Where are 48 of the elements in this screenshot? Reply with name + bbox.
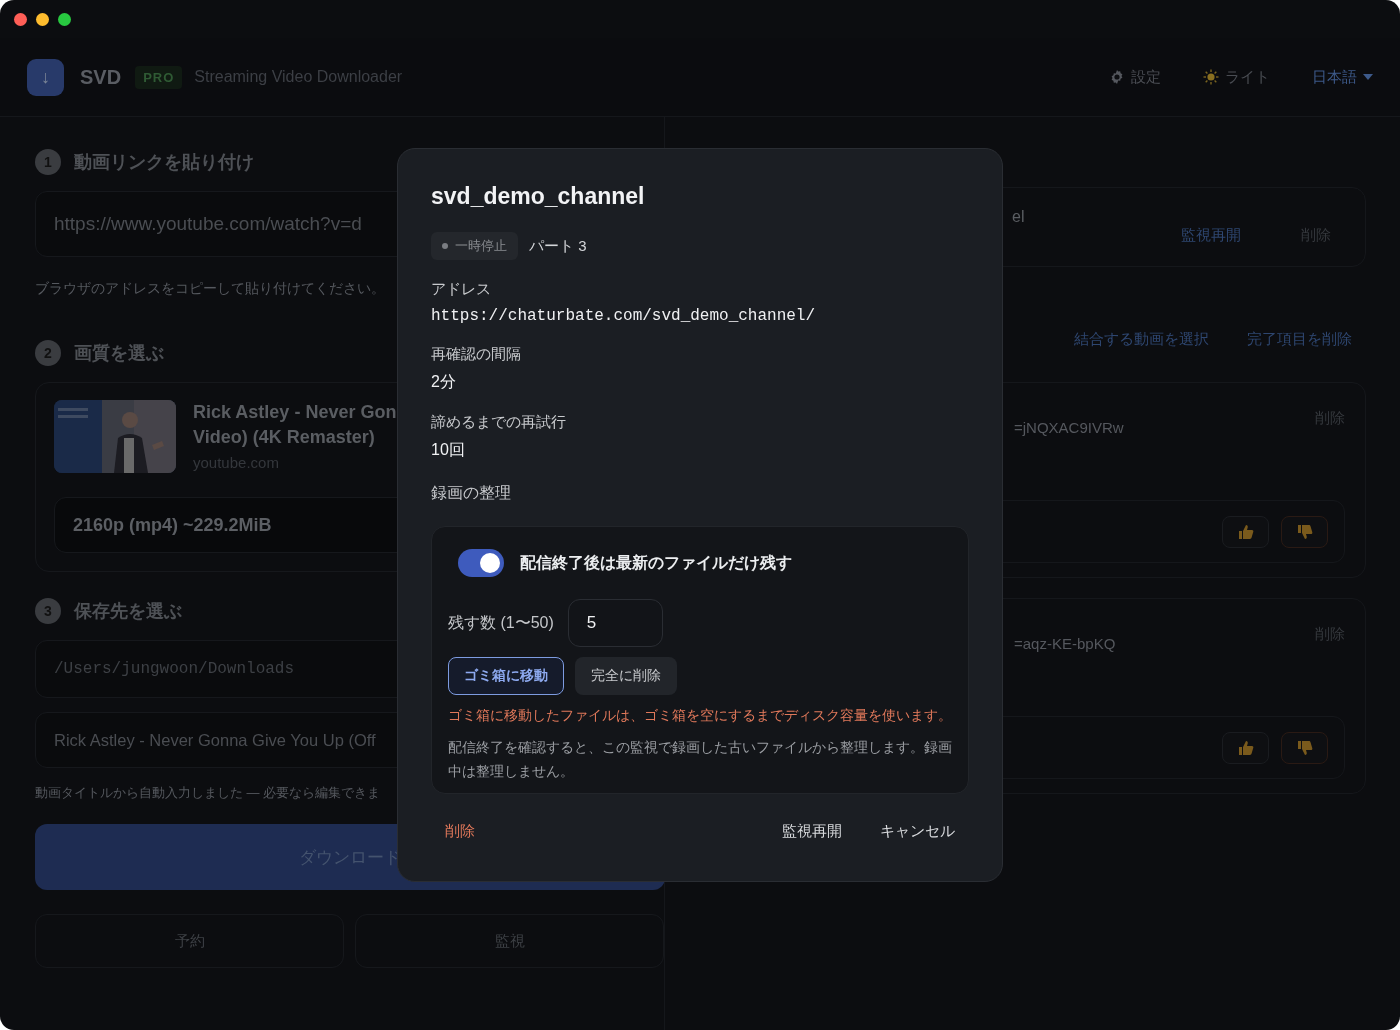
- field-label: 再確認の間隔: [431, 345, 522, 364]
- keep-count-label: 残す数 (1〜50): [448, 612, 554, 633]
- theme-button[interactable]: ライト: [1203, 67, 1270, 87]
- app-name: SVD: [80, 65, 122, 89]
- field-value: 10回: [431, 440, 466, 460]
- window-control[interactable]: [36, 12, 49, 26]
- hint-text: ブラウザのアドレスをコピーして貼り付けてください。: [35, 280, 385, 298]
- plan-badge: PRO: [135, 65, 183, 89]
- video-url: =aqz-KE-bpKQ: [1014, 635, 1116, 652]
- window-control[interactable]: [58, 12, 71, 26]
- field-value: https://chaturbate.com/svd_demo_channel/: [431, 307, 817, 325]
- dislike-button[interactable]: [1281, 731, 1328, 764]
- mode-option[interactable]: ゴミ箱に移動: [448, 657, 564, 695]
- thumbs-down-icon: [1295, 522, 1314, 541]
- settings-button[interactable]: 設定: [1109, 67, 1161, 87]
- resume-button[interactable]: 監視再開: [782, 822, 842, 841]
- part-label: パート 3: [529, 236, 587, 256]
- settings-icon: [1109, 69, 1125, 85]
- like-button[interactable]: [1222, 731, 1269, 764]
- queue-action-link[interactable]: 完了項目を削除: [1247, 329, 1352, 349]
- thumbs-down-icon: [1295, 738, 1314, 757]
- window-control[interactable]: [14, 12, 27, 26]
- sun-icon: [1203, 69, 1219, 85]
- hint-text: 動画タイトルから自動入力しました — 必要なら編集できま: [35, 784, 381, 802]
- video-title: Rick Astley - Never Gon Video) (4K Remaster): [193, 401, 397, 449]
- resume-link[interactable]: 監視再開: [1181, 225, 1241, 245]
- thumbs-up-icon: [1236, 522, 1255, 541]
- dislike-button[interactable]: [1281, 515, 1328, 548]
- field-value: 2分: [431, 372, 457, 392]
- field-label: アドレス: [431, 280, 492, 299]
- step-title: 画質を選ぶ: [74, 342, 164, 365]
- toggle-label: 配信終了後は最新のファイルだけ残す: [520, 552, 792, 573]
- keep-count-field[interactable]: 5: [567, 599, 663, 647]
- cancel-button[interactable]: キャンセル: [880, 822, 955, 841]
- step-title: 保存先を選ぶ: [74, 600, 182, 623]
- thumbs-up-icon: [1236, 738, 1255, 757]
- toggle-switch[interactable]: [458, 549, 504, 577]
- app-logo: ↓: [27, 58, 64, 96]
- video-url: =jNQXAC9IVRw: [1014, 419, 1124, 436]
- step-title: 動画リンクを貼り付け: [74, 151, 254, 174]
- field-label: 諦めるまでの再試行: [431, 413, 567, 432]
- like-button[interactable]: [1222, 515, 1269, 548]
- mode-option[interactable]: 完全に削除: [575, 657, 677, 695]
- delete-button[interactable]: 削除: [445, 822, 475, 841]
- language-menu[interactable]: 日本語: [1312, 67, 1373, 87]
- channel-name: el: [1012, 208, 1025, 226]
- caret-icon: [1363, 74, 1373, 80]
- queue-action-link[interactable]: 結合する動画を選択: [1074, 329, 1209, 349]
